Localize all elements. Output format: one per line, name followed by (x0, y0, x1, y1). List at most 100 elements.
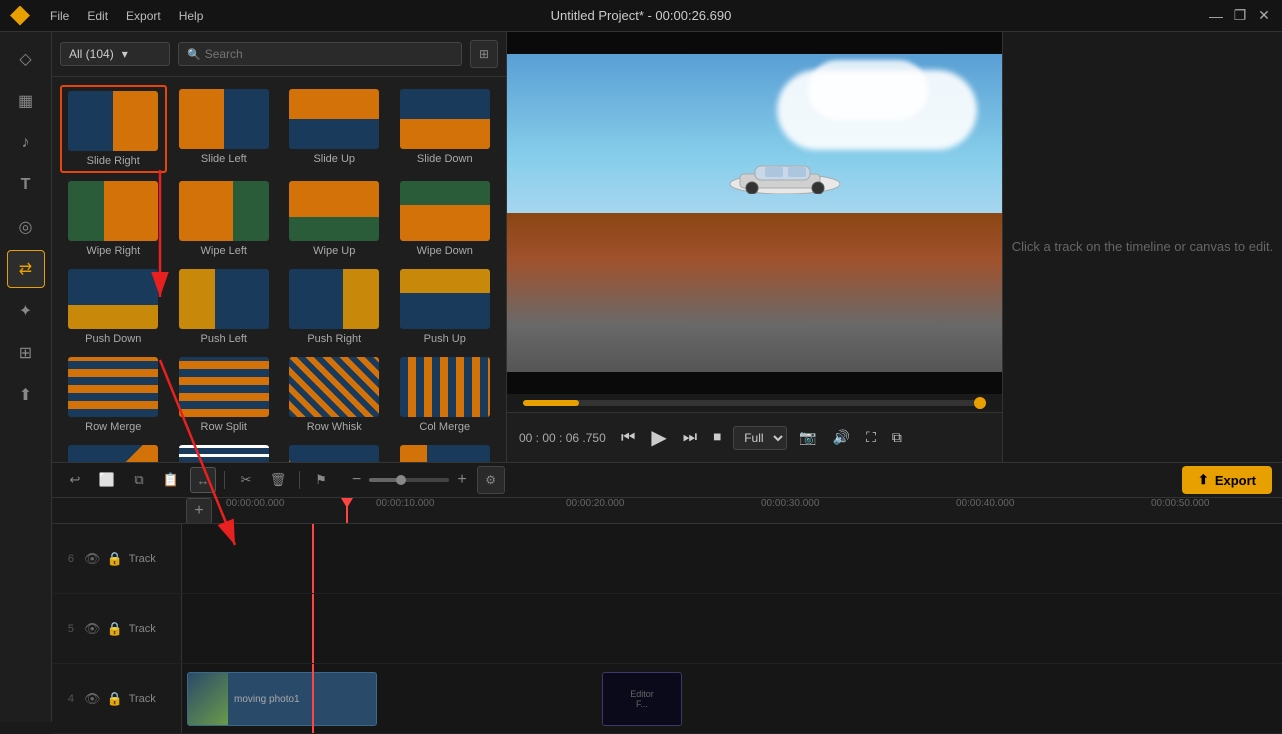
zoom-bar[interactable] (369, 478, 449, 482)
sidebar-item-audio[interactable]: ♪ (7, 124, 45, 162)
stop-button[interactable]: ⏹ (709, 425, 725, 451)
push-left-thumb (179, 269, 269, 329)
push-down-label: Push Down (85, 333, 141, 345)
menu-file[interactable]: File (42, 7, 77, 25)
transition-wipe-down[interactable]: Wipe Down (392, 177, 499, 261)
undo-button[interactable]: ↩ (62, 467, 88, 493)
dropdown-chevron-icon: ▾ (122, 47, 128, 61)
col-merge-thumb (400, 357, 490, 417)
transition-row-merge[interactable]: Row Merge (60, 353, 167, 437)
zoom-out-button[interactable]: − (348, 467, 365, 493)
ruler-tick-2: 00:00:20.000 (566, 498, 624, 509)
sidebar-item-media[interactable]: ▦ (7, 82, 45, 120)
scissors-button[interactable]: ✂ (233, 467, 259, 493)
skip-forward-button[interactable]: ⏭ (679, 425, 701, 451)
sidebar-item-text[interactable]: T (7, 166, 45, 204)
audio-icon: ♪ (22, 134, 30, 152)
slide-left-thumb (179, 89, 269, 149)
pip-button[interactable]: ⧉ (888, 425, 906, 450)
category-dropdown[interactable]: All (104) ▾ (60, 42, 170, 66)
export-button[interactable]: ⬆ Export (1182, 466, 1272, 494)
transition-row-whisk[interactable]: Row Whisk (281, 353, 388, 437)
transitions-panel: All (104) ▾ 🔍 ⊞ Slide Right (52, 32, 507, 462)
wipe-left-thumb (179, 181, 269, 241)
track-eye-5[interactable]: 👁 (84, 621, 101, 637)
audio-button[interactable]: 🔊 (829, 425, 854, 450)
paste-button[interactable]: 📋 (158, 467, 184, 493)
sidebar-item-templates[interactable]: ⊞ (7, 334, 45, 372)
transition-slide-down[interactable]: Slide Down (392, 85, 499, 173)
ruler-tick-5: 00:00:50.000 (1151, 498, 1209, 509)
sidebar-item-effects[interactable]: ◎ (7, 208, 45, 246)
col-merge-label: Col Merge (419, 421, 470, 433)
ripple-button[interactable]: ↔ (190, 467, 216, 493)
transition-push-up[interactable]: Push Up (392, 265, 499, 349)
slide-up-thumb (289, 89, 379, 149)
track-name-5: Track (129, 623, 173, 635)
transition-more1[interactable] (60, 441, 167, 462)
transition-wipe-up[interactable]: Wipe Up (281, 177, 388, 261)
track-lock-6[interactable]: 🔒 (107, 551, 123, 567)
snapshot-button[interactable]: 📷 (795, 425, 820, 450)
transition-push-right[interactable]: Push Right (281, 265, 388, 349)
redo-cut-button[interactable]: ⬜ (94, 467, 120, 493)
transition-push-down[interactable]: Push Down (60, 265, 167, 349)
track-content-4[interactable]: moving photo1 Editor F... (182, 664, 1282, 733)
transition-slide-right[interactable]: Slide Right (60, 85, 167, 173)
logo-icon: ◇ (19, 49, 31, 69)
transition-slide-left[interactable]: Slide Left (171, 85, 278, 173)
sidebar-item-transitions[interactable]: ⇄ (7, 250, 45, 288)
grid-view-button[interactable]: ⊞ (470, 40, 498, 68)
push-right-thumb (289, 269, 379, 329)
transition-row-split[interactable]: Row Split (171, 353, 278, 437)
menu-edit[interactable]: Edit (79, 7, 116, 25)
slide-left-label: Slide Left (201, 153, 247, 165)
track-number-5: 5 (60, 623, 74, 635)
track-name-4: Track (129, 693, 173, 705)
track-eye-6[interactable]: 👁 (84, 551, 101, 567)
timeline-scrubber[interactable] (523, 400, 986, 406)
zoom-in-button[interactable]: + (453, 467, 470, 493)
video-clip[interactable]: moving photo1 (187, 672, 377, 726)
add-track-button[interactable]: + (186, 498, 212, 524)
transition-slide-up[interactable]: Slide Up (281, 85, 388, 173)
play-button[interactable]: ▶ (647, 421, 670, 454)
transition-more4[interactable] (392, 441, 499, 462)
transition-more3[interactable] (281, 441, 388, 462)
preview-canvas (507, 32, 1002, 394)
fullscreen-button[interactable]: ⛶ (862, 425, 880, 450)
skip-back-button[interactable]: ⏮ (617, 425, 639, 451)
clip-thumbnail (188, 673, 228, 725)
settings-button[interactable]: ⚙ (477, 466, 505, 494)
sidebar-item-export[interactable]: ⬆ (7, 376, 45, 414)
transition-wipe-left[interactable]: Wipe Left (171, 177, 278, 261)
transition-wipe-right[interactable]: Wipe Right (60, 177, 167, 261)
search-input[interactable] (205, 47, 453, 61)
sidebar-item-elements[interactable]: ✦ (7, 292, 45, 330)
track-label-4: 4 👁 🔒 Track (52, 664, 182, 733)
minimize-button[interactable]: — (1208, 8, 1224, 24)
more3-thumb (289, 445, 379, 462)
track-eye-4[interactable]: 👁 (84, 691, 101, 707)
timeline-toolbar: ↩ ⬜ ⧉ 📋 ↔ ✂ 🗑 ⚑ − + ⚙ (52, 462, 1282, 498)
editor-clip[interactable]: Editor F... (602, 672, 682, 726)
transition-col-merge[interactable]: Col Merge (392, 353, 499, 437)
quality-select[interactable]: Full (733, 426, 787, 450)
menu-export[interactable]: Export (118, 7, 169, 25)
copy-button[interactable]: ⧉ (126, 467, 152, 493)
wipe-up-label: Wipe Up (313, 245, 355, 257)
close-button[interactable]: ✕ (1256, 8, 1272, 24)
transition-push-left[interactable]: Push Left (171, 265, 278, 349)
media-icon: ▦ (18, 91, 33, 111)
marker-button[interactable]: ⚑ (308, 467, 334, 493)
track-lock-5[interactable]: 🔒 (107, 621, 123, 637)
menu-help[interactable]: Help (171, 7, 212, 25)
transition-more2[interactable] (171, 441, 278, 462)
track-content-6[interactable] (182, 524, 1282, 593)
row-split-thumb (179, 357, 269, 417)
sidebar-item-logo[interactable]: ◇ (7, 40, 45, 78)
track-content-5[interactable] (182, 594, 1282, 663)
track-lock-4[interactable]: 🔒 (107, 691, 123, 707)
maximize-button[interactable]: ❐ (1232, 8, 1248, 24)
delete-button[interactable]: 🗑 (265, 467, 291, 493)
